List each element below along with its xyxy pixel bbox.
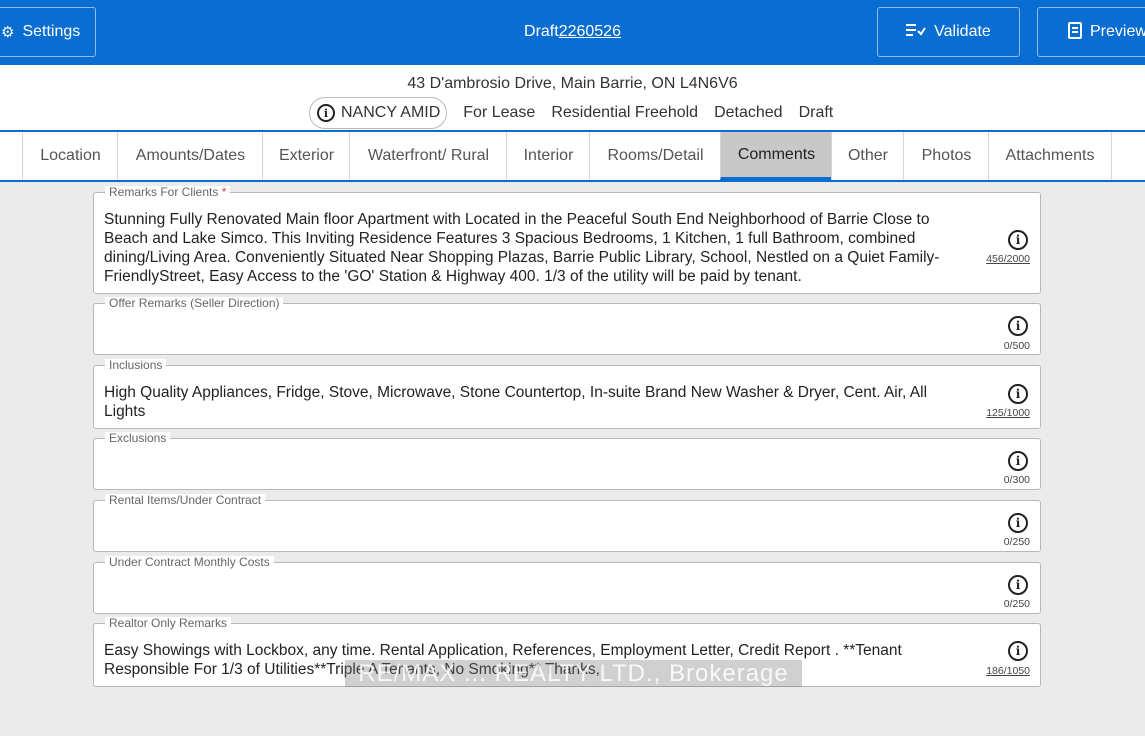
field-label: Under Contract Monthly Costs xyxy=(105,556,274,569)
char-count: 0/250 xyxy=(1003,536,1030,548)
tab-amounts-dates[interactable]: Amounts/Dates xyxy=(117,132,263,180)
info-icon[interactable]: i xyxy=(1008,316,1028,336)
listing-type: For Lease xyxy=(463,104,536,121)
tab-rooms-detail[interactable]: Rooms/Detail xyxy=(589,132,721,180)
char-count: 0/500 xyxy=(1003,340,1030,352)
tab-photos[interactable]: Photos xyxy=(903,132,989,180)
tab-interior[interactable]: Interior xyxy=(506,132,590,180)
field-label: Exclusions xyxy=(105,432,171,445)
char-count: 125/1000 xyxy=(986,407,1030,419)
exclusions-field[interactable]: Exclusions i 0/300 xyxy=(93,432,1041,490)
tab-bar: Location Amounts/Dates Exterior Waterfro… xyxy=(0,130,1145,182)
remarks-for-clients-value[interactable]: Stunning Fully Renovated Main floor Apar… xyxy=(104,210,959,286)
info-icon[interactable]: i xyxy=(1008,513,1028,533)
tab-location[interactable]: Location xyxy=(22,132,118,180)
listing-address: 43 D'ambrosio Drive, Main Barrie, ON L4N… xyxy=(407,75,738,92)
validate-label: Validate xyxy=(934,23,991,40)
field-label: Offer Remarks (Seller Direction) xyxy=(105,297,284,310)
document-icon xyxy=(1068,21,1082,43)
field-label: Remarks For Clients * xyxy=(105,185,231,199)
agent-chip[interactable]: i NANCY AMID xyxy=(309,97,448,129)
info-icon[interactable]: i xyxy=(1008,575,1028,595)
tab-comments[interactable]: Comments xyxy=(720,132,832,180)
field-label: Realtor Only Remarks xyxy=(105,617,232,630)
listing-status: Draft xyxy=(798,104,834,121)
info-icon[interactable]: i xyxy=(1008,230,1028,250)
field-label: Inclusions xyxy=(105,359,167,372)
brokerage-watermark: RE/MAX ... REALTY LTD., Brokerage xyxy=(345,660,802,687)
inclusions-field[interactable]: Inclusions High Quality Appliances, Frid… xyxy=(93,359,1041,429)
field-label: Rental Items/Under Contract xyxy=(105,494,266,507)
preview-label: Preview xyxy=(1090,23,1145,40)
char-count: 0/250 xyxy=(1003,598,1030,610)
listing-header: 43 D'ambrosio Drive, Main Barrie, ON L4N… xyxy=(0,65,1145,130)
tab-other[interactable]: Other xyxy=(831,132,904,180)
top-bar: ⚙ Settings Draft2260526 Validate Preview xyxy=(0,0,1145,65)
tab-exterior[interactable]: Exterior xyxy=(262,132,350,180)
draft-prefix: Draft xyxy=(524,23,559,40)
info-icon[interactable]: i xyxy=(1008,384,1028,404)
draft-number-link[interactable]: 2260526 xyxy=(559,23,621,40)
under-contract-costs-field[interactable]: Under Contract Monthly Costs i 0/250 xyxy=(93,556,1041,614)
validate-button[interactable]: Validate xyxy=(877,7,1020,57)
info-icon[interactable]: i xyxy=(1008,451,1028,471)
listing-class: Residential Freehold xyxy=(551,104,699,121)
info-icon: i xyxy=(317,104,335,122)
remarks-for-clients-field[interactable]: Remarks For Clients * Stunning Fully Ren… xyxy=(93,186,1041,294)
offer-remarks-field[interactable]: Offer Remarks (Seller Direction) i 0/500 xyxy=(93,297,1041,355)
inclusions-value[interactable]: High Quality Appliances, Fridge, Stove, … xyxy=(104,383,959,421)
listing-style: Detached xyxy=(714,104,783,121)
char-count: 0/300 xyxy=(1003,474,1030,486)
rental-items-field[interactable]: Rental Items/Under Contract i 0/250 xyxy=(93,494,1041,552)
tab-waterfront-rural[interactable]: Waterfront/ Rural xyxy=(349,132,507,180)
tab-attachments[interactable]: Attachments xyxy=(988,132,1112,180)
listing-chips: i NANCY AMID For Lease Residential Freeh… xyxy=(309,97,833,129)
required-mark: * xyxy=(221,185,227,199)
preview-button[interactable]: Preview xyxy=(1037,7,1145,57)
remarks-label-text: Remarks For Clients xyxy=(109,185,219,199)
validate-list-icon xyxy=(906,23,927,41)
char-count: 186/1050 xyxy=(986,665,1030,677)
agent-name: NANCY AMID xyxy=(341,104,441,121)
info-icon[interactable]: i xyxy=(1008,641,1028,661)
char-count: 456/2000 xyxy=(986,253,1030,265)
